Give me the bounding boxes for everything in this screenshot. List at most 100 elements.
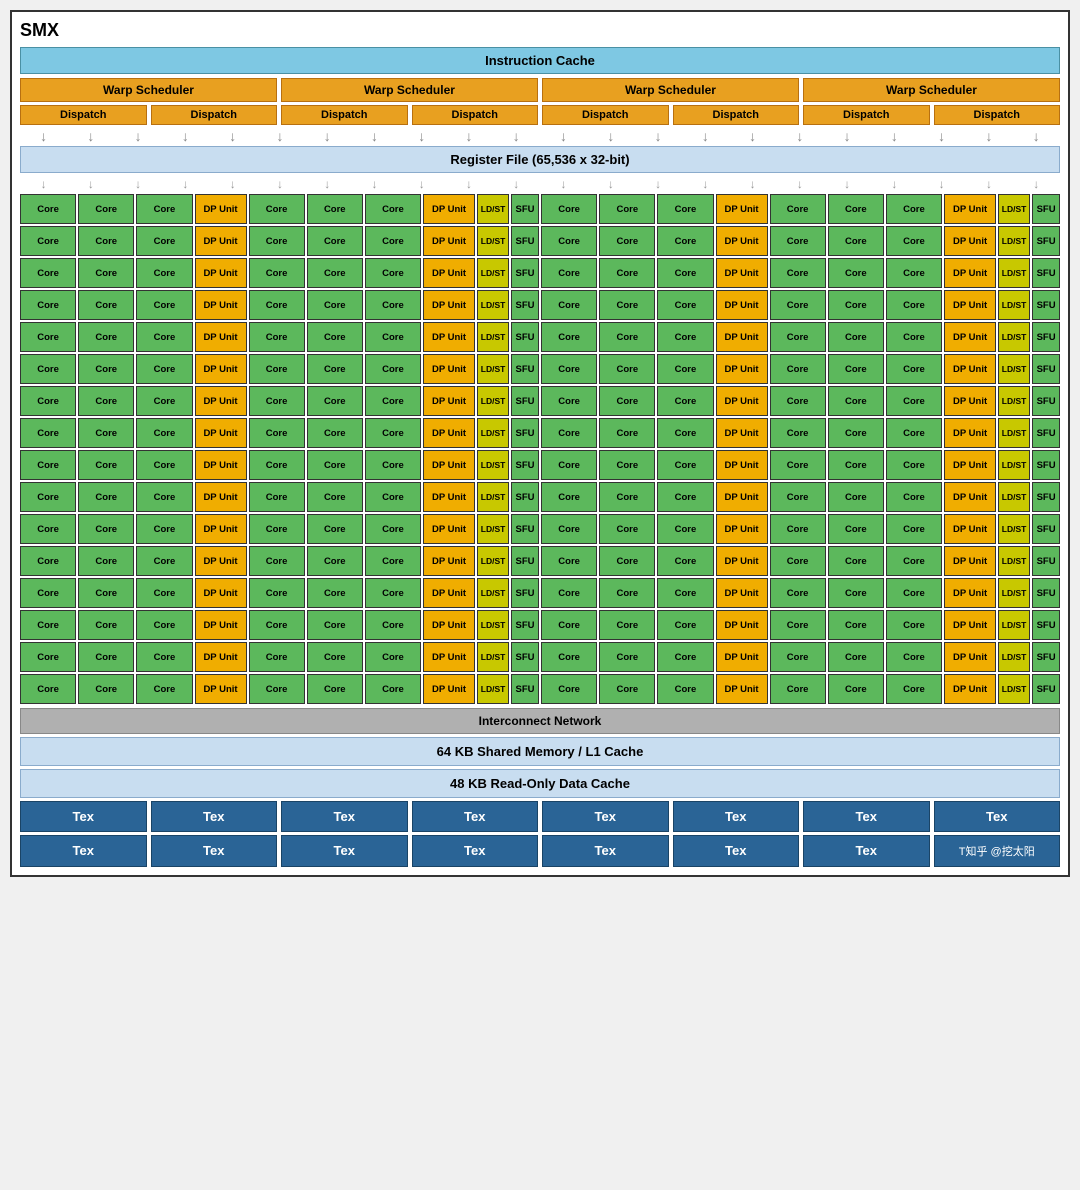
sfu-r4-h0: SFU — [511, 322, 539, 352]
core-cell-r10-h1-c0: Core — [541, 514, 597, 544]
core-cell-r8-h0-c5: Core — [365, 450, 421, 480]
core-cell-r14-h1-c3: Core — [770, 642, 826, 672]
ldst-r6-h0: LD/ST — [477, 386, 509, 416]
dp-unit-r10-h1: DP Unit — [716, 514, 768, 544]
core-cell-r5-h1-c0: Core — [541, 354, 597, 384]
dp-unit2-r4-h0: DP Unit — [423, 322, 475, 352]
core-cell-r1-h1-c1: Core — [599, 226, 655, 256]
watermark: T知乎 @挖太阳 — [934, 835, 1061, 867]
core-cell-r12-h1-c4: Core — [828, 578, 884, 608]
core-cell-r8-h1-c1: Core — [599, 450, 655, 480]
dp-unit2-r11-h1: DP Unit — [944, 546, 996, 576]
core-cell-r11-h0-c3: Core — [249, 546, 305, 576]
dp-unit2-r12-h0: DP Unit — [423, 578, 475, 608]
core-row-1: CoreCoreCoreDP UnitCoreCoreCoreDP UnitLD… — [20, 226, 1060, 256]
core-row-12: CoreCoreCoreDP UnitCoreCoreCoreDP UnitLD… — [20, 578, 1060, 608]
core-cell-r2-h0-c3: Core — [249, 258, 305, 288]
sfu-r12-h1: SFU — [1032, 578, 1060, 608]
core-cell-r11-h1-c5: Core — [886, 546, 942, 576]
dp-unit2-r8-h0: DP Unit — [423, 450, 475, 480]
core-cell-r8-h1-c2: Core — [657, 450, 713, 480]
ldst-r10-h0: LD/ST — [477, 514, 509, 544]
core-cell-r2-h1-c1: Core — [599, 258, 655, 288]
dp-unit2-r15-h1: DP Unit — [944, 674, 996, 704]
core-cell-r12-h1-c3: Core — [770, 578, 826, 608]
dispatch-row: Dispatch Dispatch Dispatch Dispatch Disp… — [20, 105, 1060, 125]
core-cell-r12-h1-c2: Core — [657, 578, 713, 608]
core-cell-r5-h1-c3: Core — [770, 354, 826, 384]
core-cell-r7-h1-c2: Core — [657, 418, 713, 448]
smx-title: SMX — [20, 20, 1060, 41]
core-grid: CoreCoreCoreDP UnitCoreCoreCoreDP UnitLD… — [20, 194, 1060, 704]
core-cell-r15-h1-c5: Core — [886, 674, 942, 704]
dp-unit-r7-h0: DP Unit — [195, 418, 247, 448]
core-cell-r14-h1-c0: Core — [541, 642, 597, 672]
core-cell-r14-h0-c5: Core — [365, 642, 421, 672]
core-cell-r9-h0-c2: Core — [136, 482, 192, 512]
core-cell-r1-h0-c5: Core — [365, 226, 421, 256]
core-cell-r10-h0-c1: Core — [78, 514, 134, 544]
core-cell-r12-h1-c5: Core — [886, 578, 942, 608]
core-cell-r14-h1-c1: Core — [599, 642, 655, 672]
core-cell-r5-h1-c1: Core — [599, 354, 655, 384]
core-cell-r2-h1-c4: Core — [828, 258, 884, 288]
tex-2-4: Tex — [412, 835, 539, 867]
core-cell-r4-h0-c2: Core — [136, 322, 192, 352]
sfu-r3-h0: SFU — [511, 290, 539, 320]
dp-unit-r4-h0: DP Unit — [195, 322, 247, 352]
core-cell-r11-h1-c4: Core — [828, 546, 884, 576]
tex-2-2: Tex — [151, 835, 278, 867]
arrows-down-1: ↓↓↓↓↓↓ ↓↓↓↓↓↓ ↓↓↓↓↓↓ ↓↓↓↓ — [20, 128, 1060, 144]
dp-unit-r9-h0: DP Unit — [195, 482, 247, 512]
ldst-r11-h0: LD/ST — [477, 546, 509, 576]
dp-unit2-r3-h0: DP Unit — [423, 290, 475, 320]
tex-1-1: Tex — [20, 801, 147, 832]
core-cell-r3-h1-c1: Core — [599, 290, 655, 320]
sfu-r6-h1: SFU — [1032, 386, 1060, 416]
sfu-r2-h1: SFU — [1032, 258, 1060, 288]
core-cell-r5-h0-c1: Core — [78, 354, 134, 384]
core-cell-r10-h1-c3: Core — [770, 514, 826, 544]
core-cell-r4-h1-c5: Core — [886, 322, 942, 352]
core-row-13: CoreCoreCoreDP UnitCoreCoreCoreDP UnitLD… — [20, 610, 1060, 640]
core-cell-r5-h0-c5: Core — [365, 354, 421, 384]
readonly-cache: 48 KB Read-Only Data Cache — [20, 769, 1060, 798]
core-cell-r13-h0-c1: Core — [78, 610, 134, 640]
core-cell-r3-h0-c0: Core — [20, 290, 76, 320]
dp-unit2-r11-h0: DP Unit — [423, 546, 475, 576]
tex-2-5: Tex — [542, 835, 669, 867]
sfu-r14-h0: SFU — [511, 642, 539, 672]
dp-unit2-r13-h1: DP Unit — [944, 610, 996, 640]
sfu-r12-h0: SFU — [511, 578, 539, 608]
core-cell-r4-h1-c2: Core — [657, 322, 713, 352]
dispatch-8: Dispatch — [934, 105, 1061, 125]
core-cell-r2-h0-c2: Core — [136, 258, 192, 288]
core-cell-r8-h0-c3: Core — [249, 450, 305, 480]
ldst-r11-h1: LD/ST — [998, 546, 1030, 576]
core-cell-r1-h0-c2: Core — [136, 226, 192, 256]
dp-unit2-r2-h0: DP Unit — [423, 258, 475, 288]
core-cell-r2-h1-c5: Core — [886, 258, 942, 288]
core-cell-r12-h0-c5: Core — [365, 578, 421, 608]
tex-1-5: Tex — [542, 801, 669, 832]
tex-1-2: Tex — [151, 801, 278, 832]
warp-scheduler-4: Warp Scheduler — [803, 78, 1060, 102]
warp-scheduler-2: Warp Scheduler — [281, 78, 538, 102]
core-cell-r10-h1-c2: Core — [657, 514, 713, 544]
sfu-r1-h0: SFU — [511, 226, 539, 256]
core-cell-r1-h0-c3: Core — [249, 226, 305, 256]
core-cell-r14-h0-c2: Core — [136, 642, 192, 672]
core-cell-r4-h1-c3: Core — [770, 322, 826, 352]
warp-scheduler-1: Warp Scheduler — [20, 78, 277, 102]
dp-unit2-r1-h1: DP Unit — [944, 226, 996, 256]
dp-unit-r3-h0: DP Unit — [195, 290, 247, 320]
core-cell-r10-h0-c5: Core — [365, 514, 421, 544]
core-cell-r0-h1-c4: Core — [828, 194, 884, 224]
core-cell-r11-h1-c2: Core — [657, 546, 713, 576]
core-cell-r1-h1-c3: Core — [770, 226, 826, 256]
core-cell-r11-h0-c0: Core — [20, 546, 76, 576]
core-row-11: CoreCoreCoreDP UnitCoreCoreCoreDP UnitLD… — [20, 546, 1060, 576]
dp-unit-r5-h0: DP Unit — [195, 354, 247, 384]
core-cell-r2-h1-c0: Core — [541, 258, 597, 288]
core-row-6: CoreCoreCoreDP UnitCoreCoreCoreDP UnitLD… — [20, 386, 1060, 416]
